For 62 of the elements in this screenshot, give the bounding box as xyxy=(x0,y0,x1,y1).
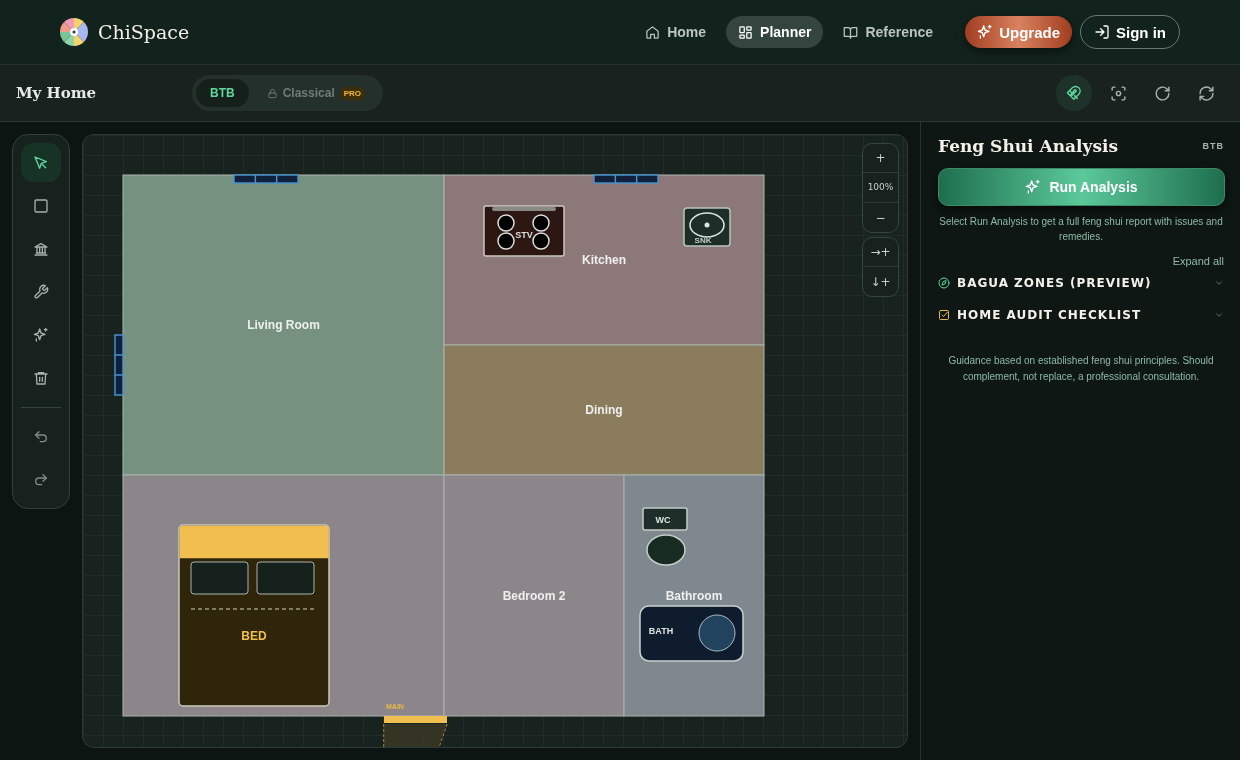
home-icon xyxy=(645,24,661,40)
logo-icon xyxy=(60,18,88,46)
mode-tag: BTB xyxy=(1202,141,1224,151)
room-label: Kitchen xyxy=(582,253,626,267)
grid-icon xyxy=(738,24,754,40)
window-drawing[interactable] xyxy=(233,174,299,184)
pointer-icon xyxy=(33,154,49,171)
refresh-icon xyxy=(1197,84,1215,102)
window-drawing[interactable] xyxy=(593,174,659,184)
section-header[interactable]: BAGUA ZONES (PREVIEW) xyxy=(938,267,1224,299)
room-label: Dining xyxy=(585,403,623,417)
brand-name[interactable]: ChiSpace xyxy=(98,21,190,43)
trash-icon xyxy=(33,369,49,386)
toilet-label: WC xyxy=(655,515,671,525)
nav-link[interactable]: Home xyxy=(633,16,719,48)
mode-tab[interactable]: Classical PRO xyxy=(252,79,380,107)
zoom-out-button[interactable]: − xyxy=(863,203,898,232)
sink-drawing[interactable]: SNK xyxy=(683,207,731,247)
magnet-button[interactable] xyxy=(1056,75,1092,111)
bed-label: BED xyxy=(241,629,267,643)
checkbox-icon xyxy=(938,309,950,321)
bathtub-drawing[interactable]: BATH xyxy=(639,605,744,662)
fit-width-button[interactable]: →+ xyxy=(863,238,898,267)
mode-tab[interactable]: BTB xyxy=(196,79,249,107)
main-door-drawing[interactable] xyxy=(383,716,448,747)
chevron-down-icon xyxy=(1214,310,1224,320)
fit-height-button[interactable]: ↓+ xyxy=(863,267,898,296)
window-drawing[interactable] xyxy=(114,334,124,396)
section-header[interactable]: HOME AUDIT CHECKLIST xyxy=(938,299,1224,331)
square-icon xyxy=(33,197,49,214)
stove-label: STV xyxy=(515,230,533,240)
compass-icon xyxy=(938,277,950,289)
pointer-tool[interactable] xyxy=(21,143,61,182)
zoom-level: 100% xyxy=(863,173,898,203)
nav-link[interactable]: Planner xyxy=(726,16,824,48)
bank-icon xyxy=(33,240,49,257)
focus-icon xyxy=(1109,84,1127,102)
pro-badge: PRO xyxy=(339,86,366,100)
expand-all-link[interactable]: Expand all xyxy=(1172,255,1224,267)
sparkle-icon xyxy=(977,24,994,40)
bed-drawing[interactable]: BED xyxy=(178,524,330,707)
sink-label: SNK xyxy=(694,236,712,245)
room-label: Bathroom xyxy=(665,588,723,603)
book-icon xyxy=(843,24,859,40)
sparkle-icon xyxy=(33,326,49,343)
wrench-icon xyxy=(33,283,49,300)
bath-label: BATH xyxy=(648,626,674,636)
panel-title: Feng Shui Analysis xyxy=(938,136,1118,156)
disclaimer-text: Guidance based on established feng shui principles. Should complement, not replace, a professional consultation. xyxy=(947,354,1215,384)
sign-in-icon xyxy=(1094,24,1110,40)
room-label: Living Room xyxy=(247,318,320,332)
project-title: My Home xyxy=(16,84,98,102)
chevron-down-icon xyxy=(1214,278,1224,288)
hint-text: Select Run Analysis to get a full feng shui report with issues and remedies. xyxy=(938,215,1224,244)
rotate-icon xyxy=(1153,84,1171,102)
toilet-drawing[interactable]: WC xyxy=(642,507,688,566)
nav-link[interactable]: Reference xyxy=(831,16,946,48)
zoom-in-button[interactable]: + xyxy=(863,144,898,173)
room-label: Bedroom 2 xyxy=(502,588,566,603)
stove-drawing[interactable]: STV xyxy=(483,205,565,257)
magnet-icon xyxy=(1065,84,1083,102)
sparkle-icon xyxy=(1025,179,1042,195)
